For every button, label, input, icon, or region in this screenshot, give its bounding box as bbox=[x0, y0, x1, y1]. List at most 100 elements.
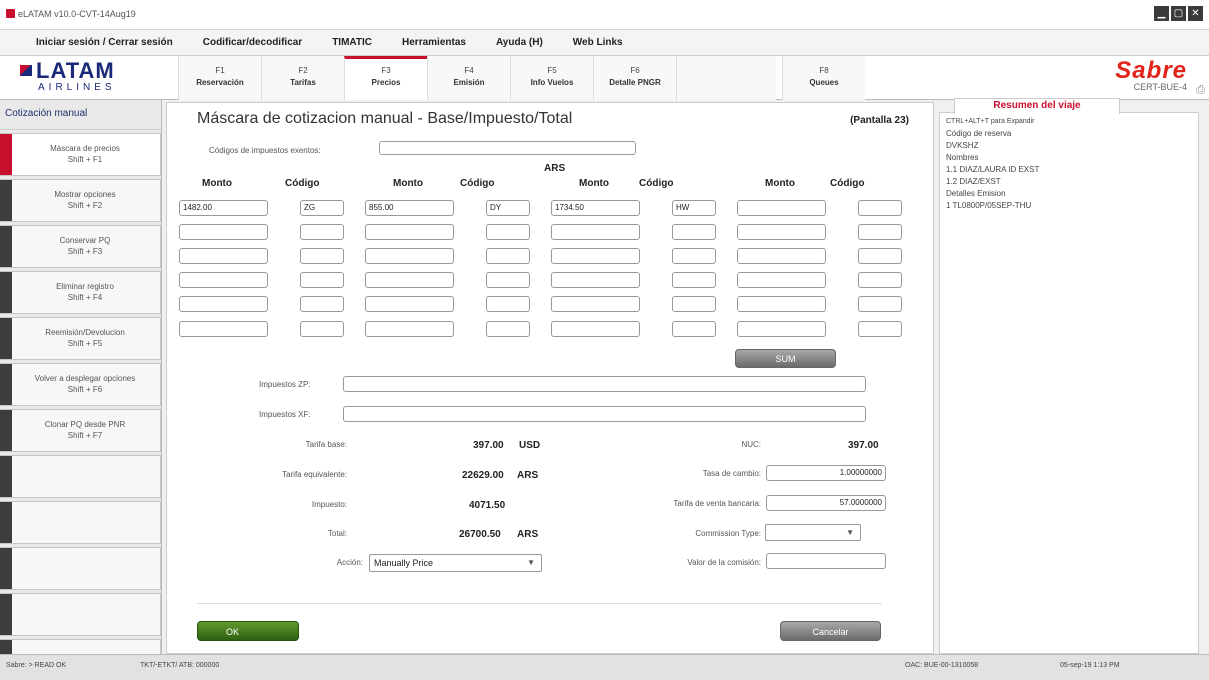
tax-codigo-input[interactable] bbox=[300, 296, 344, 312]
tax-codigo-input[interactable] bbox=[672, 248, 716, 264]
tab-f5[interactable]: F5 Info Vuelos bbox=[510, 56, 593, 100]
tab-f2[interactable]: F2 Tarifas bbox=[261, 56, 344, 100]
zp-taxes-input[interactable] bbox=[343, 376, 866, 392]
tax-codigo-input[interactable] bbox=[486, 296, 530, 312]
tax-monto-input[interactable] bbox=[737, 200, 826, 216]
tax-monto-input[interactable] bbox=[737, 248, 826, 264]
tasa-input[interactable]: 1.00000000 bbox=[766, 465, 886, 481]
tax-monto-input[interactable] bbox=[179, 224, 268, 240]
tax-monto-input[interactable] bbox=[737, 272, 826, 288]
tarifa-base-currency: USD bbox=[519, 440, 541, 451]
tax-codigo-input[interactable] bbox=[672, 224, 716, 240]
menu-ayuda[interactable]: Ayuda (H) bbox=[496, 37, 543, 48]
tax-monto-input[interactable] bbox=[551, 321, 640, 337]
tax-codigo-input[interactable]: ZG bbox=[300, 200, 344, 216]
tax-codigo-input[interactable]: DY bbox=[486, 200, 530, 216]
tax-monto-input[interactable] bbox=[179, 296, 268, 312]
status-bar: Sabre: > READ OK TKT/-ETKT/ ATB: 000000 … bbox=[0, 654, 1209, 680]
tax-codigo-input[interactable] bbox=[300, 224, 344, 240]
tab-f3[interactable]: F3 Precios bbox=[344, 56, 427, 100]
col-codigo-1: Código bbox=[285, 178, 320, 189]
app-header: LATAM AIRLINES F1 Reservación F2 Tarifas F… bbox=[0, 56, 1209, 100]
accion-select[interactable]: Manually Price ▼ bbox=[369, 554, 542, 572]
tax-monto-input[interactable] bbox=[737, 296, 826, 312]
sidebar-item-reemision[interactable]: Reemisión/Devolucion Shift + F5 bbox=[0, 317, 161, 360]
tax-monto-input[interactable] bbox=[365, 248, 454, 264]
tax-monto-input[interactable] bbox=[551, 248, 640, 264]
sidebar-item-conservar[interactable]: Conservar PQ Shift + F3 bbox=[0, 225, 161, 268]
sum-button[interactable]: SUM bbox=[735, 349, 836, 368]
tax-monto-input[interactable] bbox=[179, 321, 268, 337]
function-key-tabs: F1 Reservación F2 Tarifas F3 Precios F4 Emis… bbox=[178, 56, 865, 100]
trip-summary-tab[interactable]: Resumen del viaje bbox=[954, 98, 1120, 114]
chevron-down-icon: ▼ bbox=[846, 528, 854, 537]
xf-taxes-input[interactable] bbox=[343, 406, 866, 422]
sidebar-item-volver[interactable]: Volver a desplegar opciones Shift + F6 bbox=[0, 363, 161, 406]
tax-monto-input[interactable] bbox=[737, 321, 826, 337]
tax-monto-input[interactable] bbox=[551, 272, 640, 288]
valor-comision-input[interactable] bbox=[766, 553, 886, 569]
tax-monto-input[interactable] bbox=[365, 272, 454, 288]
tax-codigo-input[interactable] bbox=[858, 200, 902, 216]
tax-monto-input[interactable]: 1734.50 bbox=[551, 200, 640, 216]
maximize-icon[interactable]: ▢ bbox=[1171, 6, 1186, 21]
tab-f6[interactable]: F6 Detalle PNGR bbox=[593, 56, 676, 100]
tax-codigo-input[interactable] bbox=[300, 321, 344, 337]
ok-button[interactable]: OK bbox=[197, 621, 299, 641]
cancel-button[interactable]: Cancelar bbox=[780, 621, 881, 641]
tax-codigo-input[interactable] bbox=[672, 321, 716, 337]
tax-codigo-input[interactable] bbox=[486, 272, 530, 288]
tab-f8[interactable]: F8 Queues bbox=[782, 56, 865, 100]
tax-monto-input[interactable] bbox=[365, 224, 454, 240]
tax-codigo-input[interactable] bbox=[672, 296, 716, 312]
tax-monto-input[interactable] bbox=[551, 296, 640, 312]
tax-codigo-input[interactable] bbox=[858, 272, 902, 288]
emission-detail: 1 TL0800P/05SEP-THU bbox=[946, 201, 1032, 210]
tax-monto-input[interactable]: 1482.00 bbox=[179, 200, 268, 216]
sidebar-item-eliminar[interactable]: Eliminar registro Shift + F4 bbox=[0, 271, 161, 314]
tax-monto-input[interactable] bbox=[737, 224, 826, 240]
tax-codigo-input[interactable] bbox=[300, 272, 344, 288]
menu-codificar[interactable]: Codificar/decodificar bbox=[203, 37, 302, 48]
total-value: 26700.50 bbox=[459, 529, 501, 540]
tax-codigo-input[interactable]: HW bbox=[672, 200, 716, 216]
menu-timatic[interactable]: TIMATIC bbox=[332, 37, 372, 48]
emission-details-label: Detalles Emision bbox=[946, 189, 1006, 198]
sidebar-item-mostrar[interactable]: Mostrar opciones Shift + F2 bbox=[0, 179, 161, 222]
tax-codigo-input[interactable] bbox=[858, 321, 902, 337]
commission-type-select[interactable]: ▼ bbox=[765, 524, 861, 541]
tax-monto-input[interactable] bbox=[365, 321, 454, 337]
tax-codigo-input[interactable] bbox=[858, 224, 902, 240]
tax-codigo-input[interactable] bbox=[486, 224, 530, 240]
menu-web-links[interactable]: Web Links bbox=[573, 37, 623, 48]
menu-herramientas[interactable]: Herramientas bbox=[402, 37, 466, 48]
reservation-code-label: Código de reserva bbox=[946, 129, 1012, 138]
tax-codigo-input[interactable] bbox=[300, 248, 344, 264]
tab-f1[interactable]: F1 Reservación bbox=[178, 56, 261, 100]
sidebar-item-clonar[interactable]: Clonar PQ desde PNR Shift + F7 bbox=[0, 409, 161, 452]
tax-monto-input[interactable] bbox=[179, 272, 268, 288]
close-icon[interactable]: ✕ bbox=[1188, 6, 1203, 21]
col-codigo-4: Código bbox=[830, 178, 865, 189]
tax-monto-input[interactable] bbox=[551, 224, 640, 240]
tab-f4[interactable]: F4 Emisión bbox=[427, 56, 510, 100]
impuesto-label: Impuesto: bbox=[311, 500, 347, 509]
title-bar: eLATAM v10.0-CVT-14Aug19 ▁ ▢ ✕ bbox=[0, 0, 1209, 30]
sidebar-item-empty bbox=[0, 547, 161, 590]
tax-codigo-input[interactable] bbox=[858, 248, 902, 264]
menu-login[interactable]: Iniciar sesión / Cerrar sesión bbox=[36, 37, 173, 48]
sidebar-item-mascara[interactable]: Máscara de precios Shift + F1 bbox=[0, 133, 161, 176]
tax-monto-input[interactable] bbox=[179, 248, 268, 264]
tax-codigo-input[interactable] bbox=[486, 321, 530, 337]
tax-monto-input[interactable] bbox=[365, 296, 454, 312]
tax-codigo-input[interactable] bbox=[486, 248, 530, 264]
tarifa-base-label: Tarifa base: bbox=[305, 440, 347, 449]
col-codigo-3: Código bbox=[639, 178, 674, 189]
exempt-codes-input[interactable] bbox=[379, 141, 636, 155]
printer-icon[interactable]: ⎙ bbox=[1196, 84, 1205, 97]
tax-monto-input[interactable]: 855.00 bbox=[365, 200, 454, 216]
tax-codigo-input[interactable] bbox=[858, 296, 902, 312]
minimize-icon[interactable]: ▁ bbox=[1154, 6, 1169, 21]
tarifa-venta-input[interactable]: 57.0000000 bbox=[766, 495, 886, 511]
tax-codigo-input[interactable] bbox=[672, 272, 716, 288]
